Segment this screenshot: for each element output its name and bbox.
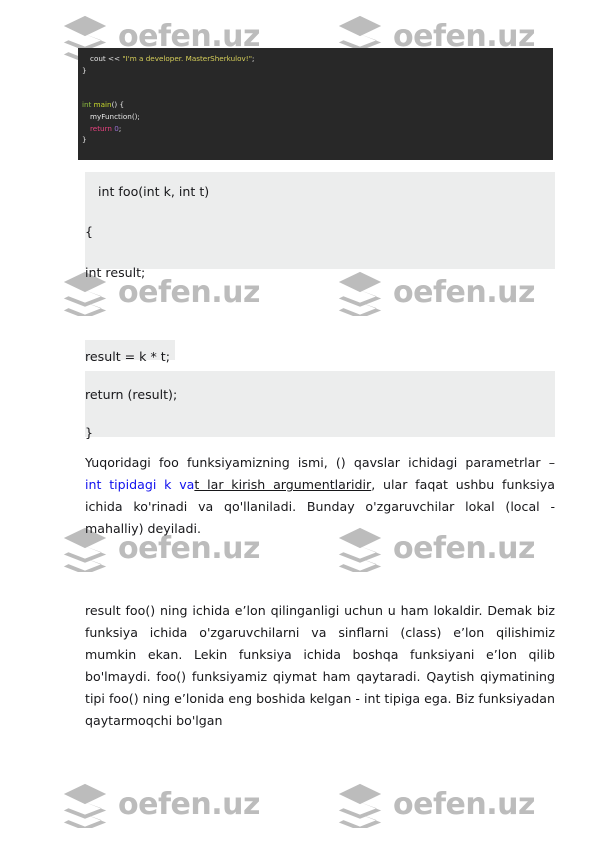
code-token-plain: cout << [90, 54, 123, 63]
document-page: cout << "I'm a developer. MasterSherkulo… [0, 0, 595, 842]
code-token-plain: ; [252, 54, 255, 63]
code-line: myFunction(); [78, 111, 553, 123]
code-token-keyword: return [90, 123, 115, 133]
code-block-dark: cout << "I'm a developer. MasterSherkulo… [78, 48, 553, 160]
code-line: } [78, 65, 553, 77]
highlight-band [85, 204, 555, 246]
paragraph-local-variables: Yuqoridagi foo funksiyamizning ismi, () … [85, 452, 555, 540]
code-token-type: int [82, 100, 94, 110]
code-text-line: int result; [85, 265, 146, 280]
highlight-band [85, 246, 555, 269]
code-line: } [78, 134, 553, 146]
code-line: return 0; [78, 123, 553, 135]
code-text-line: { [85, 224, 94, 239]
code-token-plain: } [82, 135, 87, 145]
code-line: int main() { [78, 99, 553, 111]
code-token-plain: myFunction(); [90, 111, 140, 121]
underlined-term: t lar kirish argumentlaridir [194, 477, 372, 493]
code-token-plain: () { [111, 100, 125, 110]
code-line: cout << "I'm a developer. MasterSherkulo… [78, 53, 553, 65]
code-token-string: "I'm a developer. MasterSherkulov!" [122, 54, 252, 63]
code-text-line: } [85, 425, 94, 440]
highlight-band [85, 411, 555, 437]
code-text-line: int foo(int k, int t) [90, 184, 210, 199]
code-text-line: return (result); [85, 387, 178, 402]
paragraph-text: Yuqoridagi foo funksiyamizning ismi, () … [85, 455, 555, 470]
inline-code-emphasis: int tipidagi k va [85, 477, 195, 493]
code-token-plain: } [82, 65, 87, 75]
paragraph-return-value: result foo() ning ichida e’lon qilinganl… [85, 603, 555, 729]
code-token-plain: ; [118, 123, 122, 133]
code-token-fn: main [93, 100, 112, 110]
code-text-line: result = k * t; [85, 349, 170, 364]
